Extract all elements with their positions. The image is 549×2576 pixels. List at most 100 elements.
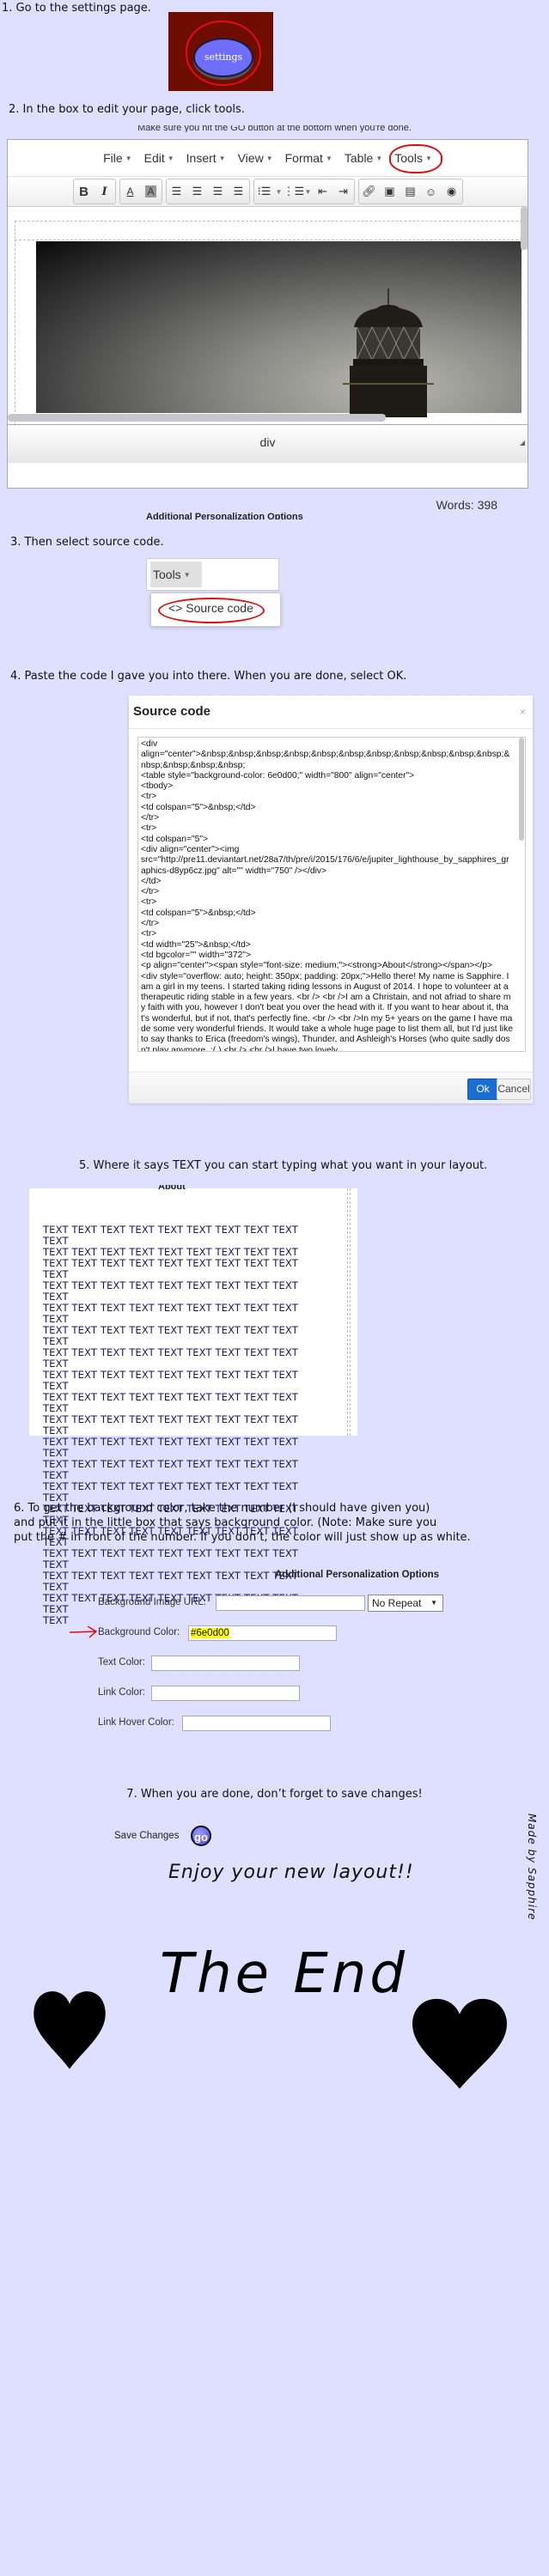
text-line: TEXT TEXT TEXT TEXT TEXT TEXT TEXT TEXT … (43, 1458, 298, 1481)
placeholder-text-block[interactable]: TEXT TEXT TEXT TEXT TEXT TEXT TEXT TEXT … (43, 1224, 326, 1626)
step-6-line: and put it in the little box that says b… (14, 1516, 437, 1529)
personalization-title: Additional Personalization Options (275, 1570, 440, 1580)
step-1-text: 1. Go to the settings page. (2, 2, 151, 15)
text-line: TEXT TEXT TEXT TEXT TEXT TEXT TEXT TEXT … (43, 1257, 298, 1280)
indent-icon[interactable]: ⇥ (333, 185, 354, 198)
text-line: TEXT TEXT TEXT TEXT TEXT TEXT TEXT TEXT … (43, 1324, 298, 1347)
menu-format[interactable]: Format ▼ (285, 151, 332, 165)
heart-icon (412, 1998, 507, 2089)
ok-button[interactable]: Ok (467, 1078, 498, 1100)
tools-menu-button[interactable]: Tools ▼ (150, 562, 202, 587)
text-color-input[interactable] (151, 1656, 300, 1671)
step-7-text: 7. When you are done, don’t forget to sa… (126, 1788, 423, 1801)
dashed-table-border (15, 221, 522, 239)
bg-image-url-input[interactable] (216, 1595, 365, 1611)
cut-off-about-heading: About (158, 1185, 186, 1190)
horizontal-scrollbar[interactable] (8, 414, 386, 422)
text-color-icon[interactable]: A (120, 185, 141, 197)
menu-insert[interactable]: Insert ▼ (186, 151, 226, 165)
numbered-list-icon[interactable]: ⋮☰ (284, 185, 305, 198)
bg-color-value: #6e0d00 (191, 1628, 229, 1638)
the-end-text: The End (160, 1942, 408, 2006)
step-2-text: 2. In the box to edit your page, click t… (9, 103, 245, 116)
link-hover-color-input[interactable] (182, 1716, 331, 1731)
media-icon[interactable]: ▤ (400, 185, 421, 198)
settings-screenshot: settings (168, 12, 273, 91)
editor-toolbar: B I A A ☰ ☰ ☰ ☰ ⁝☰ ▼ ⋮☰ ▼ ⇤ ⇥ 🔗︎ ▣ ▤ ☺ ◉ (8, 177, 528, 207)
italic-icon[interactable]: I (95, 185, 115, 198)
menu-file[interactable]: File ▼ (103, 151, 131, 165)
menu-edit-label: Edit (143, 151, 165, 165)
caret-down-icon: ▼ (325, 155, 332, 162)
bg-color-input[interactable]: #6e0d00 (188, 1625, 337, 1641)
menu-tools[interactable]: Tools ▼ (389, 144, 443, 173)
link-color-input[interactable] (151, 1686, 300, 1701)
textarea-scrollbar[interactable] (519, 738, 524, 841)
toolbar-group-style: B I (72, 179, 116, 204)
preview-icon[interactable]: ◉ (442, 185, 462, 198)
menu-view[interactable]: View ▼ (238, 151, 273, 165)
text-line: TEXT TEXT TEXT TEXT TEXT TEXT TEXT TEXT … (43, 1346, 298, 1370)
caret-down-icon[interactable]: ▼ (304, 188, 313, 196)
menu-view-label: View (237, 151, 264, 165)
text-line: TEXT TEXT TEXT TEXT TEXT TEXT TEXT TEXT … (43, 1369, 298, 1392)
save-changes-label: Save Changes (114, 1831, 180, 1841)
dashed-cell-border (347, 1188, 351, 1436)
image-icon[interactable]: ▣ (380, 185, 400, 198)
dialog-footer: Ok Cancel (129, 1072, 533, 1103)
caret-down-icon: ▼ (183, 571, 191, 579)
toolbar-group-color: A A (119, 179, 162, 204)
element-path[interactable]: div (260, 435, 276, 449)
link-icon[interactable]: 🔗︎ (359, 185, 380, 198)
toolbar-group-insert: 🔗︎ ▣ ▤ ☺ ◉ (357, 179, 463, 204)
heart-icon (34, 1991, 106, 2069)
lighthouse-graphic (343, 289, 434, 417)
step-6-line: 6. To get the background color, take the… (14, 1502, 430, 1515)
menu-format-label: Format (284, 151, 323, 165)
menu-table-label: Table (344, 151, 374, 165)
text-line: TEXT TEXT TEXT TEXT TEXT TEXT TEXT TEXT … (43, 1224, 298, 1247)
repeat-select[interactable]: No Repeat ▼ (368, 1595, 443, 1612)
source-code-textarea[interactable]: <div align="center">&nbsp;&nbsp;&nbsp;&n… (137, 737, 526, 1052)
cancel-button[interactable]: Cancel (497, 1078, 531, 1100)
menu-insert-label: Insert (186, 151, 217, 165)
text-color-label: Text Color: (98, 1657, 145, 1668)
caret-down-icon: ▼ (265, 155, 273, 162)
menu-table[interactable]: Table ▼ (345, 151, 382, 165)
resize-handle-icon[interactable]: ◢ (520, 426, 525, 460)
red-highlight-circle (186, 21, 261, 86)
link-hover-color-label: Link Hover Color: (98, 1717, 174, 1728)
caret-down-icon[interactable]: ▼ (275, 188, 284, 196)
align-right-icon[interactable]: ☰ (208, 185, 229, 198)
background-color-icon[interactable]: A (141, 185, 162, 197)
step-3-text: 3. Then select source code. (10, 536, 164, 549)
menu-file-label: File (103, 151, 123, 165)
text-line: TEXT TEXT TEXT TEXT TEXT TEXT TEXT TEXT … (43, 1547, 298, 1571)
align-center-icon[interactable]: ☰ (187, 185, 208, 198)
red-arrow-icon (69, 1625, 98, 1638)
made-by-credit: Made by Sapphire (526, 1814, 538, 1921)
editor-statusbar: div ◢ (8, 424, 528, 463)
word-count: Words: 398 (436, 498, 497, 512)
bg-image-label: Background Image URL: (98, 1597, 206, 1607)
repeat-select-value: No Repeat (372, 1597, 422, 1609)
bold-icon[interactable]: B (74, 185, 95, 199)
cut-off-heading: Additional Personalization Options (146, 513, 303, 519)
outdent-icon[interactable]: ⇤ (313, 185, 333, 198)
bullet-list-icon[interactable]: ⁝☰ (254, 185, 275, 198)
text-line: TEXT TEXT TEXT TEXT TEXT TEXT TEXT TEXT … (43, 1302, 298, 1325)
editor-content-area[interactable] (8, 207, 528, 424)
align-left-icon[interactable]: ☰ (167, 185, 187, 198)
vertical-scrollbar[interactable] (521, 207, 528, 250)
step-6-line: put the # in front of the number. If you… (14, 1531, 471, 1544)
emoticon-icon[interactable]: ☺ (421, 185, 442, 198)
menu-edit[interactable]: Edit ▼ (144, 151, 174, 165)
source-code-dialog: Source code × <div align="center">&nbsp;… (129, 696, 533, 1103)
close-icon[interactable]: × (520, 706, 526, 718)
enjoy-message: Enjoy your new layout!! (168, 1862, 414, 1883)
toolbar-group-align: ☰ ☰ ☰ ☰ (165, 179, 250, 204)
cut-off-note: Make sure you hit the GO button at the b… (137, 125, 412, 132)
go-button[interactable]: go (191, 1826, 211, 1846)
tools-dropdown-menu: <> Source code (150, 592, 281, 627)
align-justify-icon[interactable]: ☰ (229, 185, 249, 198)
